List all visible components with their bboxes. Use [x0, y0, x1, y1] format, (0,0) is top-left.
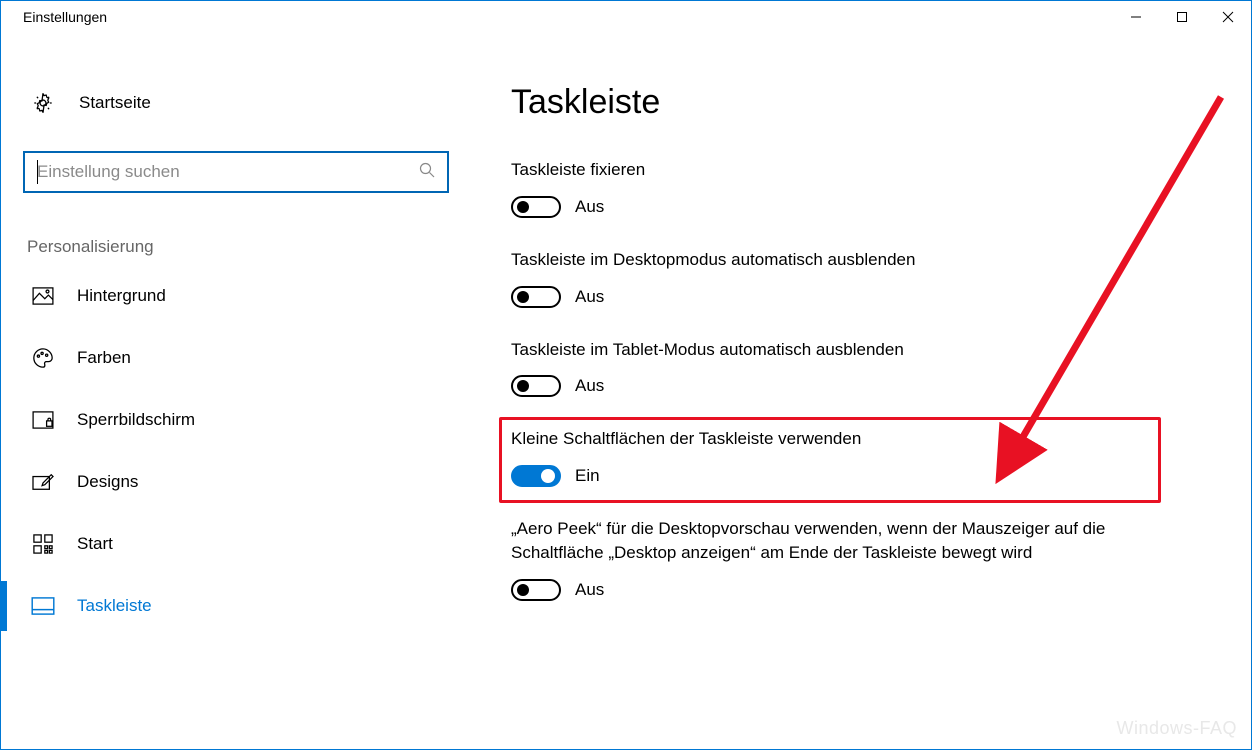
- toggle-switch[interactable]: [511, 196, 561, 218]
- toggle-state-text: Ein: [575, 466, 600, 486]
- sidebar-item-label: Taskleiste: [77, 596, 152, 616]
- maximize-button[interactable]: [1159, 1, 1205, 33]
- toggle-state-text: Aus: [575, 197, 604, 217]
- setting-label: Taskleiste fixieren: [511, 158, 1211, 182]
- search-input[interactable]: [37, 162, 419, 182]
- start-tiles-icon: [31, 534, 55, 554]
- search-icon: [419, 162, 435, 182]
- section-header: Personalisierung: [1, 237, 471, 257]
- palette-icon: [31, 347, 55, 369]
- watermark: Windows-FAQ: [1116, 718, 1237, 739]
- setting-tablet-hide: Taskleiste im Tablet-Modus automatisch a…: [511, 338, 1211, 398]
- sidebar-item-label: Designs: [77, 472, 138, 492]
- sidebar-item-label: Sperrbildschirm: [77, 410, 195, 430]
- sidebar: Startseite Personalisierung: [1, 33, 471, 751]
- taskbar-icon: [31, 597, 55, 615]
- setting-label: Taskleiste im Desktopmodus automatisch a…: [511, 248, 1211, 272]
- window-title: Einstellungen: [23, 9, 107, 25]
- minimize-button[interactable]: [1113, 1, 1159, 33]
- home-link[interactable]: Startseite: [1, 83, 471, 123]
- sidebar-item-designs[interactable]: Designs: [1, 451, 471, 513]
- sidebar-item-label: Farben: [77, 348, 131, 368]
- sidebar-nav: Hintergrund Farben: [1, 265, 471, 637]
- setting-small-buttons: Kleine Schaltflächen der Taskleiste verw…: [511, 427, 1211, 487]
- sidebar-item-sperrbildschirm[interactable]: Sperrbildschirm: [1, 389, 471, 451]
- setting-aero-peek: „Aero Peek“ für die Desktopvorschau verw…: [511, 517, 1211, 601]
- toggle-state-text: Aus: [575, 287, 604, 307]
- toggle-switch[interactable]: [511, 286, 561, 308]
- close-button[interactable]: [1205, 1, 1251, 33]
- sidebar-item-start[interactable]: Start: [1, 513, 471, 575]
- text-caret: [37, 160, 38, 184]
- toggle-switch[interactable]: [511, 465, 561, 487]
- main-content: Taskleiste Taskleiste fixieren Aus Taskl…: [471, 33, 1251, 751]
- setting-desktop-hide: Taskleiste im Desktopmodus automatisch a…: [511, 248, 1211, 308]
- toggle-state-text: Aus: [575, 376, 604, 396]
- home-label: Startseite: [79, 93, 151, 113]
- toggle-state-text: Aus: [575, 580, 604, 600]
- gear-icon: [31, 92, 55, 114]
- window-controls: [1113, 1, 1251, 33]
- themes-icon: [31, 472, 55, 492]
- sidebar-item-hintergrund[interactable]: Hintergrund: [1, 265, 471, 327]
- setting-label: Kleine Schaltflächen der Taskleiste verw…: [511, 427, 1211, 451]
- sidebar-item-label: Hintergrund: [77, 286, 166, 306]
- sidebar-item-taskleiste[interactable]: Taskleiste: [1, 575, 471, 637]
- titlebar: Einstellungen: [1, 1, 1251, 33]
- page-title: Taskleiste: [511, 83, 1211, 122]
- search-input-wrap[interactable]: [23, 151, 449, 193]
- sidebar-item-farben[interactable]: Farben: [1, 327, 471, 389]
- setting-fixieren: Taskleiste fixieren Aus: [511, 158, 1211, 218]
- picture-icon: [31, 287, 55, 305]
- setting-label: „Aero Peek“ für die Desktopvorschau verw…: [511, 517, 1171, 565]
- toggle-switch[interactable]: [511, 375, 561, 397]
- lock-screen-icon: [31, 411, 55, 429]
- toggle-switch[interactable]: [511, 579, 561, 601]
- setting-label: Taskleiste im Tablet-Modus automatisch a…: [511, 338, 1211, 362]
- sidebar-item-label: Start: [77, 534, 113, 554]
